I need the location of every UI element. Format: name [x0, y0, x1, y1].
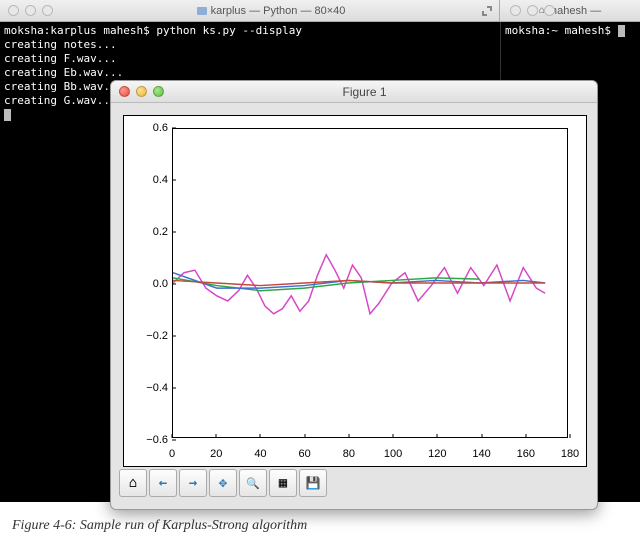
x-tick-label: 20 [210, 448, 222, 460]
x-tick-label: 80 [343, 448, 355, 460]
plot-area[interactable]: −0.6 −0.4 −0.2 0.0 0.2 0.4 0.6 0 20 40 60 80 100 120… [123, 115, 587, 467]
window-controls-left[interactable] [0, 5, 61, 16]
subplots-button[interactable]: ▦ [269, 469, 297, 497]
terminal-output-line: creating notes... [4, 38, 496, 52]
y-tick-label: 0.6 [124, 122, 168, 134]
pan-button[interactable]: ✥ [209, 469, 237, 497]
x-tick-label: 60 [299, 448, 311, 460]
arrow-right-icon: → [189, 475, 197, 491]
matplotlib-toolbar: ⌂ ← → ✥ 🔍 ▦ 💾 [119, 469, 327, 501]
forward-button[interactable]: → [179, 469, 207, 497]
home-icon: ⌂ [129, 475, 137, 491]
minimize-icon[interactable] [136, 86, 147, 97]
y-tick-label: 0.4 [124, 174, 168, 186]
y-tick-label: −0.6 [124, 434, 168, 446]
save-icon: 💾 [306, 476, 321, 490]
pan-icon: ✥ [219, 475, 227, 491]
titlebar-left-pane: karplus — Python — 80×40 [0, 0, 500, 21]
prompt-text: moksha:karplus mahesh$ [4, 24, 156, 37]
terminal-output-line: creating F.wav... [4, 52, 496, 66]
x-tick-label: 120 [428, 448, 446, 460]
terminal-body: moksha:karplus mahesh$ python ks.py --di… [0, 22, 640, 502]
command-text: python ks.py --display [156, 24, 302, 37]
zoom-icon[interactable] [42, 5, 53, 16]
plot-lines [173, 129, 567, 437]
back-button[interactable]: ← [149, 469, 177, 497]
os-titlebar: karplus — Python — 80×40 ⌂ mahesh — [0, 0, 640, 22]
plot-axes [172, 128, 568, 438]
figure-title: Figure 1 [172, 85, 597, 99]
prompt-text: moksha:~ mahesh$ [505, 24, 618, 37]
folder-icon [197, 7, 207, 15]
terminal-title-left: karplus — Python — 80×40 [61, 5, 481, 17]
title-text-left: karplus — Python — 80×40 [211, 5, 346, 17]
cursor-icon [618, 25, 625, 37]
terminal-prompt-line: moksha:~ mahesh$ [505, 24, 636, 37]
x-tick-label: 160 [517, 448, 535, 460]
save-button[interactable]: 💾 [299, 469, 327, 497]
maximize-icon[interactable] [481, 5, 493, 17]
y-tick-label: −0.4 [124, 382, 168, 394]
zoom-rect-icon: 🔍 [246, 477, 260, 490]
x-tick-label: 180 [561, 448, 579, 460]
terminal-output-line: creating Eb.wav... [4, 66, 496, 80]
y-tick-label: −0.2 [124, 330, 168, 342]
x-tick-label: 140 [472, 448, 490, 460]
y-tick-label: 0.2 [124, 226, 168, 238]
figure-window-titlebar[interactable]: Figure 1 [111, 81, 597, 103]
window-controls-right[interactable] [502, 5, 563, 16]
x-tick-label: 0 [169, 448, 175, 460]
figure-window[interactable]: Figure 1 −0.6 −0.4 −0.2 0.0 0.2 0.4 0.6 0 20 40 6… [110, 80, 598, 510]
minimize-icon[interactable] [527, 5, 538, 16]
terminal-command-line: moksha:karplus mahesh$ python ks.py --di… [4, 24, 496, 38]
subplots-icon: ▦ [279, 475, 287, 491]
plot-container: −0.6 −0.4 −0.2 0.0 0.2 0.4 0.6 0 20 40 60 80 100 120… [111, 103, 597, 467]
cursor-icon [4, 109, 11, 121]
zoom-icon[interactable] [153, 86, 164, 97]
close-icon[interactable] [510, 5, 521, 16]
figure-window-controls[interactable] [111, 86, 172, 97]
x-tick-label: 100 [384, 448, 402, 460]
x-tick-label: 40 [254, 448, 266, 460]
y-tick-label: 0.0 [124, 278, 168, 290]
arrow-left-icon: ← [159, 475, 167, 491]
minimize-icon[interactable] [25, 5, 36, 16]
titlebar-right-pane: ⌂ mahesh — [500, 0, 640, 21]
close-icon[interactable] [8, 5, 19, 16]
zoom-icon[interactable] [544, 5, 555, 16]
zoom-button[interactable]: 🔍 [239, 469, 267, 497]
home-button[interactable]: ⌂ [119, 469, 147, 497]
close-icon[interactable] [119, 86, 130, 97]
